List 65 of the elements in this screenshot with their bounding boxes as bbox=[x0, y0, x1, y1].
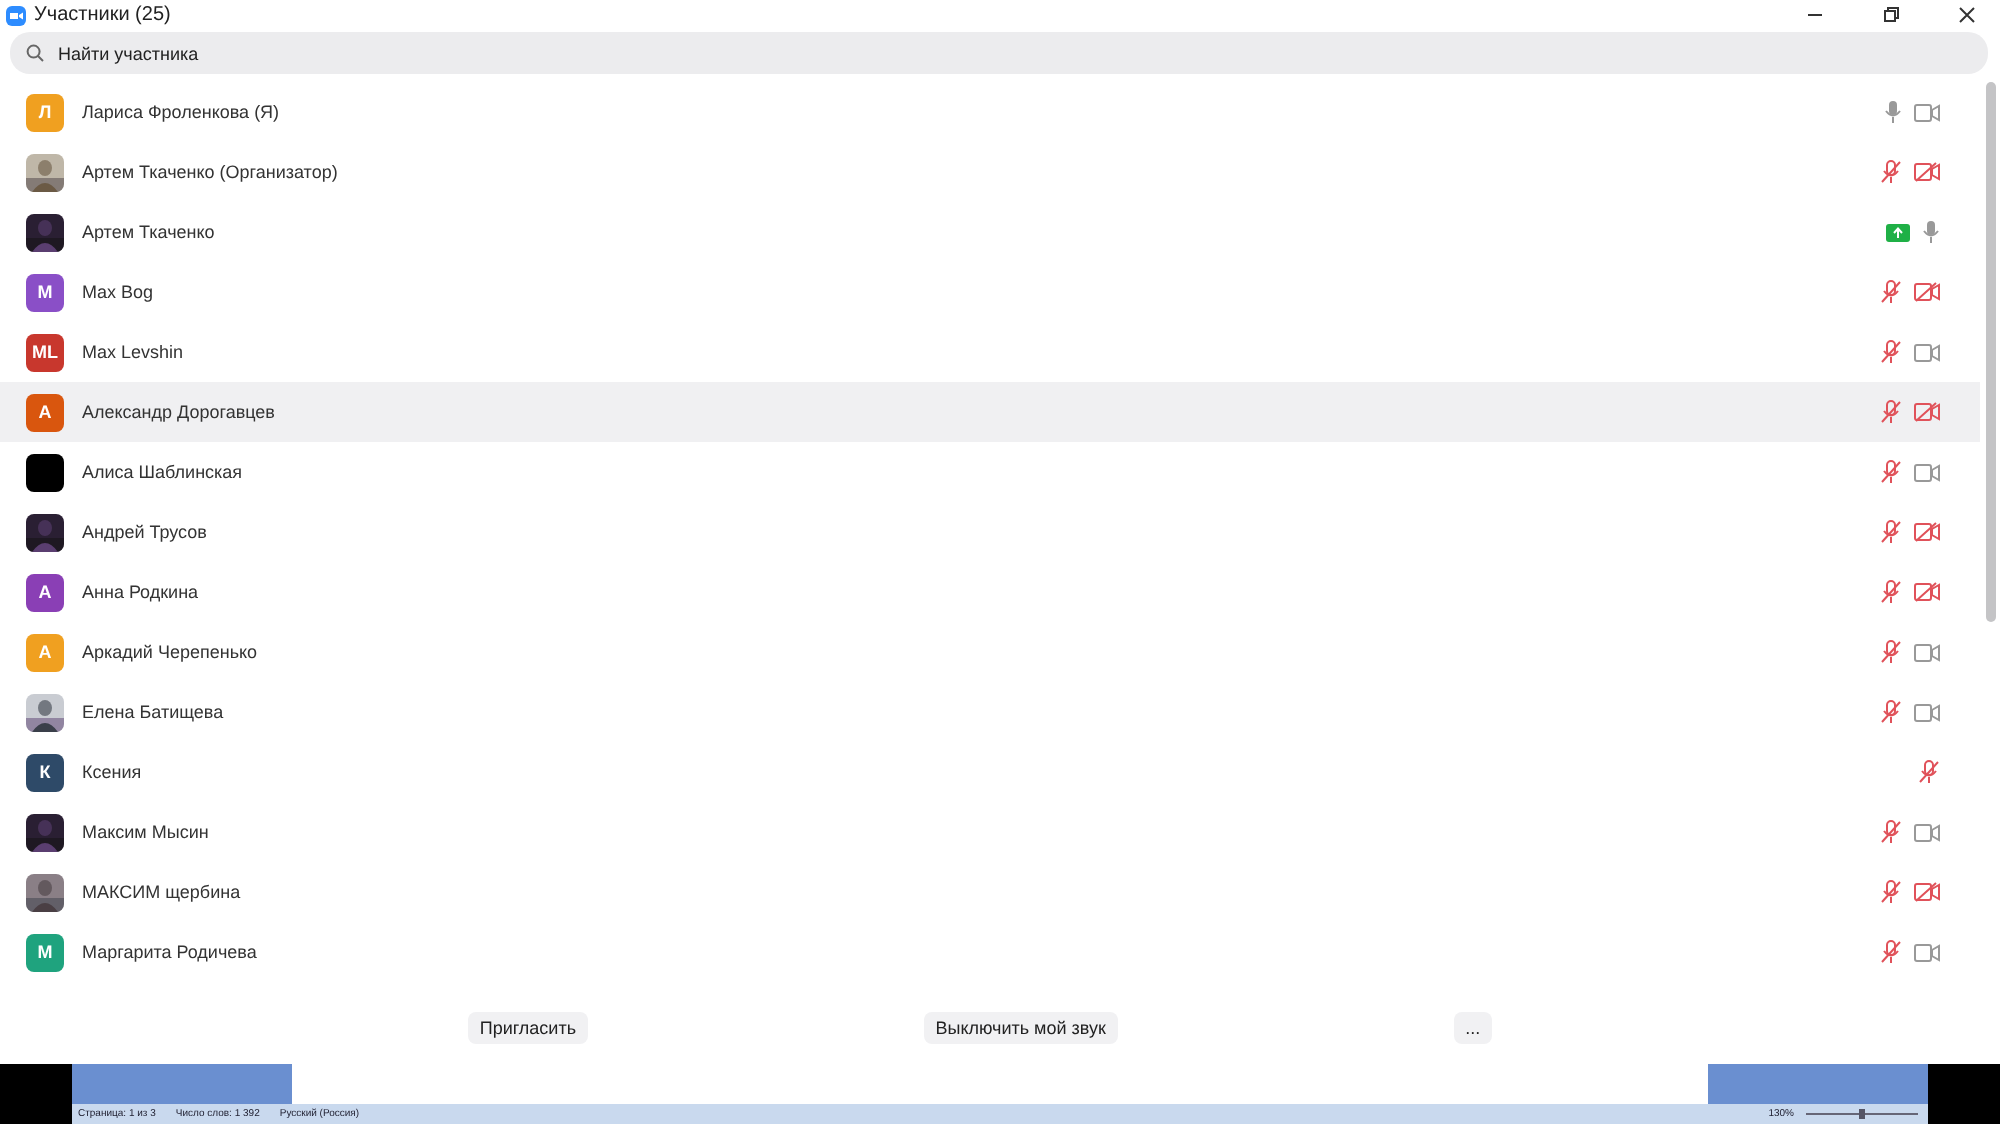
participant-name: Артем Ткаченко (Организатор) bbox=[82, 162, 340, 182]
muted-microphone-icon[interactable] bbox=[1880, 940, 1902, 964]
participant-name: Анна Родкина bbox=[82, 582, 201, 602]
search-field[interactable]: Найти участника bbox=[54, 41, 1972, 65]
avatar: Л bbox=[26, 93, 64, 131]
camera-off-icon[interactable] bbox=[1914, 582, 1940, 602]
close-icon[interactable] bbox=[1957, 6, 1975, 24]
muted-microphone-icon[interactable] bbox=[1880, 880, 1902, 904]
muted-microphone-icon[interactable] bbox=[1880, 520, 1902, 544]
muted-microphone-icon[interactable] bbox=[1880, 640, 1902, 664]
window-title: Участники (25) bbox=[34, 4, 173, 26]
footer-button[interactable]: Выключить мой звук bbox=[923, 1011, 1118, 1043]
scrollbar-thumb[interactable] bbox=[1985, 82, 1995, 622]
participant-name: Алиса Шаблинская bbox=[82, 462, 245, 482]
screen-share-icon bbox=[1886, 223, 1910, 241]
footer-button[interactable]: ... bbox=[1453, 1011, 1493, 1043]
avatar: К bbox=[26, 753, 64, 791]
participant-name: Елена Батищева bbox=[82, 702, 226, 722]
participant-name: Ксения bbox=[82, 762, 144, 782]
camera-icon[interactable] bbox=[1914, 343, 1940, 361]
camera-off-icon[interactable] bbox=[1914, 162, 1940, 182]
camera-icon[interactable] bbox=[1914, 103, 1940, 121]
participant-name: Маргарита Родичева bbox=[82, 942, 259, 962]
avatar: M bbox=[26, 273, 64, 311]
camera-off-icon[interactable] bbox=[1914, 522, 1940, 542]
participant-name: Max Levshin bbox=[82, 342, 186, 362]
camera-logo-icon bbox=[6, 5, 26, 25]
camera-off-icon[interactable] bbox=[1914, 282, 1940, 302]
camera-icon[interactable] bbox=[1914, 943, 1940, 961]
participant-name: Аркадий Черепенько bbox=[82, 642, 260, 662]
search-icon bbox=[26, 44, 44, 62]
participant-name: Александр Дорогавцев bbox=[82, 402, 277, 422]
muted-microphone-icon[interactable] bbox=[1880, 340, 1902, 364]
avatar: А bbox=[26, 633, 64, 671]
camera-off-icon[interactable] bbox=[1914, 402, 1940, 422]
camera-off-icon[interactable] bbox=[1914, 882, 1940, 902]
participant-name: Андрей Трусов bbox=[82, 522, 209, 542]
participant-name: Максим Мысин bbox=[82, 822, 211, 842]
muted-microphone-icon[interactable] bbox=[1880, 400, 1902, 424]
muted-microphone-icon[interactable] bbox=[1880, 160, 1902, 184]
participant-name: Max Bog bbox=[82, 282, 156, 302]
camera-icon[interactable] bbox=[1914, 643, 1940, 661]
avatar: А bbox=[26, 573, 64, 611]
muted-microphone-icon[interactable] bbox=[1880, 820, 1902, 844]
camera-icon[interactable] bbox=[1914, 823, 1940, 841]
participant-name: МАКСИМ щербина bbox=[82, 882, 243, 902]
muted-microphone-icon[interactable] bbox=[1880, 280, 1902, 304]
participant-name: Артем Ткаченко bbox=[82, 222, 217, 242]
search-bar[interactable]: Найти участника bbox=[10, 32, 1988, 74]
avatar: М bbox=[26, 933, 64, 971]
microphone-icon[interactable] bbox=[1922, 220, 1940, 244]
participant-row[interactable]: А Александр Дорогавцев bbox=[0, 382, 1980, 442]
muted-microphone-icon[interactable] bbox=[1880, 700, 1902, 724]
microphone-icon[interactable] bbox=[1884, 100, 1902, 124]
camera-icon[interactable] bbox=[1914, 463, 1940, 481]
camera-icon[interactable] bbox=[1914, 703, 1940, 721]
avatar: ML bbox=[26, 333, 64, 371]
zoom-slider[interactable] bbox=[1802, 1108, 1922, 1120]
footer-button[interactable]: Пригласить bbox=[467, 1011, 589, 1043]
muted-microphone-icon[interactable] bbox=[1880, 580, 1902, 604]
muted-microphone-icon[interactable] bbox=[1880, 460, 1902, 484]
restore-icon[interactable] bbox=[1881, 6, 1899, 24]
avatar: А bbox=[26, 393, 64, 431]
muted-microphone-icon[interactable] bbox=[1918, 760, 1940, 784]
participant-name: Лариса Фроленкова (Я) bbox=[82, 102, 282, 122]
